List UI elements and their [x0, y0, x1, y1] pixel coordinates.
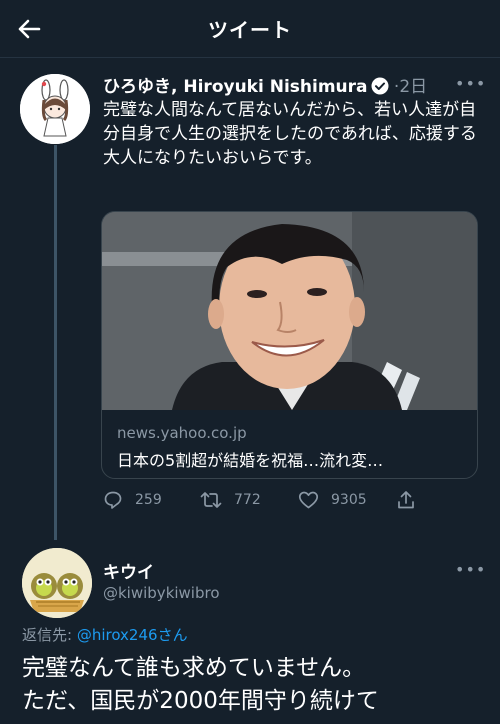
top-bar: ツイート [0, 0, 500, 58]
replying-to-label: 返信先: [22, 626, 77, 644]
retweet-count: 772 [234, 492, 261, 508]
card-title: 日本の5割超が結婚を祝福…流れ変… [117, 451, 384, 470]
replying-to-line: 返信先: @hirox246さん [22, 624, 188, 645]
page-title: ツイート [208, 18, 292, 42]
share-button[interactable] [396, 488, 416, 512]
tweet-text: 完璧な人間なんて居ないんだから、若い人達が自分自身で人生の選択をしたのであれば、… [103, 100, 477, 168]
reply-icon [104, 491, 122, 509]
verified-badge-icon [371, 77, 389, 100]
rabbit-girl-avatar-icon [20, 74, 90, 144]
author-avatar[interactable] [20, 74, 90, 144]
reply-more-options-button[interactable]: ••• [455, 560, 486, 579]
reply-author-name[interactable]: キウイ [103, 558, 154, 583]
tweet-author-row: ひろゆき, Hiroyuki Nishimura ·2日 [103, 72, 493, 98]
more-options-button[interactable]: ••• [455, 74, 486, 93]
link-card[interactable]: news.yahoo.co.jp 日本の5割超が結婚を祝福…流れ変… [101, 211, 478, 479]
tweet-time[interactable]: 2日 [399, 77, 427, 97]
share-icon [398, 491, 414, 509]
like-button[interactable]: 9305 [298, 488, 367, 512]
reply-text: 完璧なんて誰も求めていません。 ただ、国民が2000年間守り続けて [22, 652, 492, 718]
retweet-button[interactable]: 772 [200, 488, 261, 512]
reply-text-line-2: ただ、国民が2000年間守り続けて [22, 688, 379, 714]
article-photo [102, 212, 477, 410]
reply-button[interactable]: 259 [103, 488, 162, 512]
reply-mention-link[interactable]: @hirox246さん [77, 626, 188, 644]
heart-icon [298, 491, 319, 509]
reply-author-avatar[interactable] [22, 548, 92, 618]
reply-text-line-1: 完璧なんて誰も求めていません。 [22, 655, 366, 681]
author-name[interactable]: ひろゆき, Hiroyuki Nishimura [103, 77, 368, 97]
like-count: 9305 [331, 492, 367, 508]
reply-count: 259 [135, 492, 162, 508]
thread-connector [54, 145, 57, 540]
card-domain: news.yahoo.co.jp [117, 424, 247, 442]
kiwi-characters-avatar-icon [22, 548, 92, 618]
reply-author-handle[interactable]: @kiwibykiwibro [103, 584, 220, 602]
retweet-icon [200, 492, 222, 508]
